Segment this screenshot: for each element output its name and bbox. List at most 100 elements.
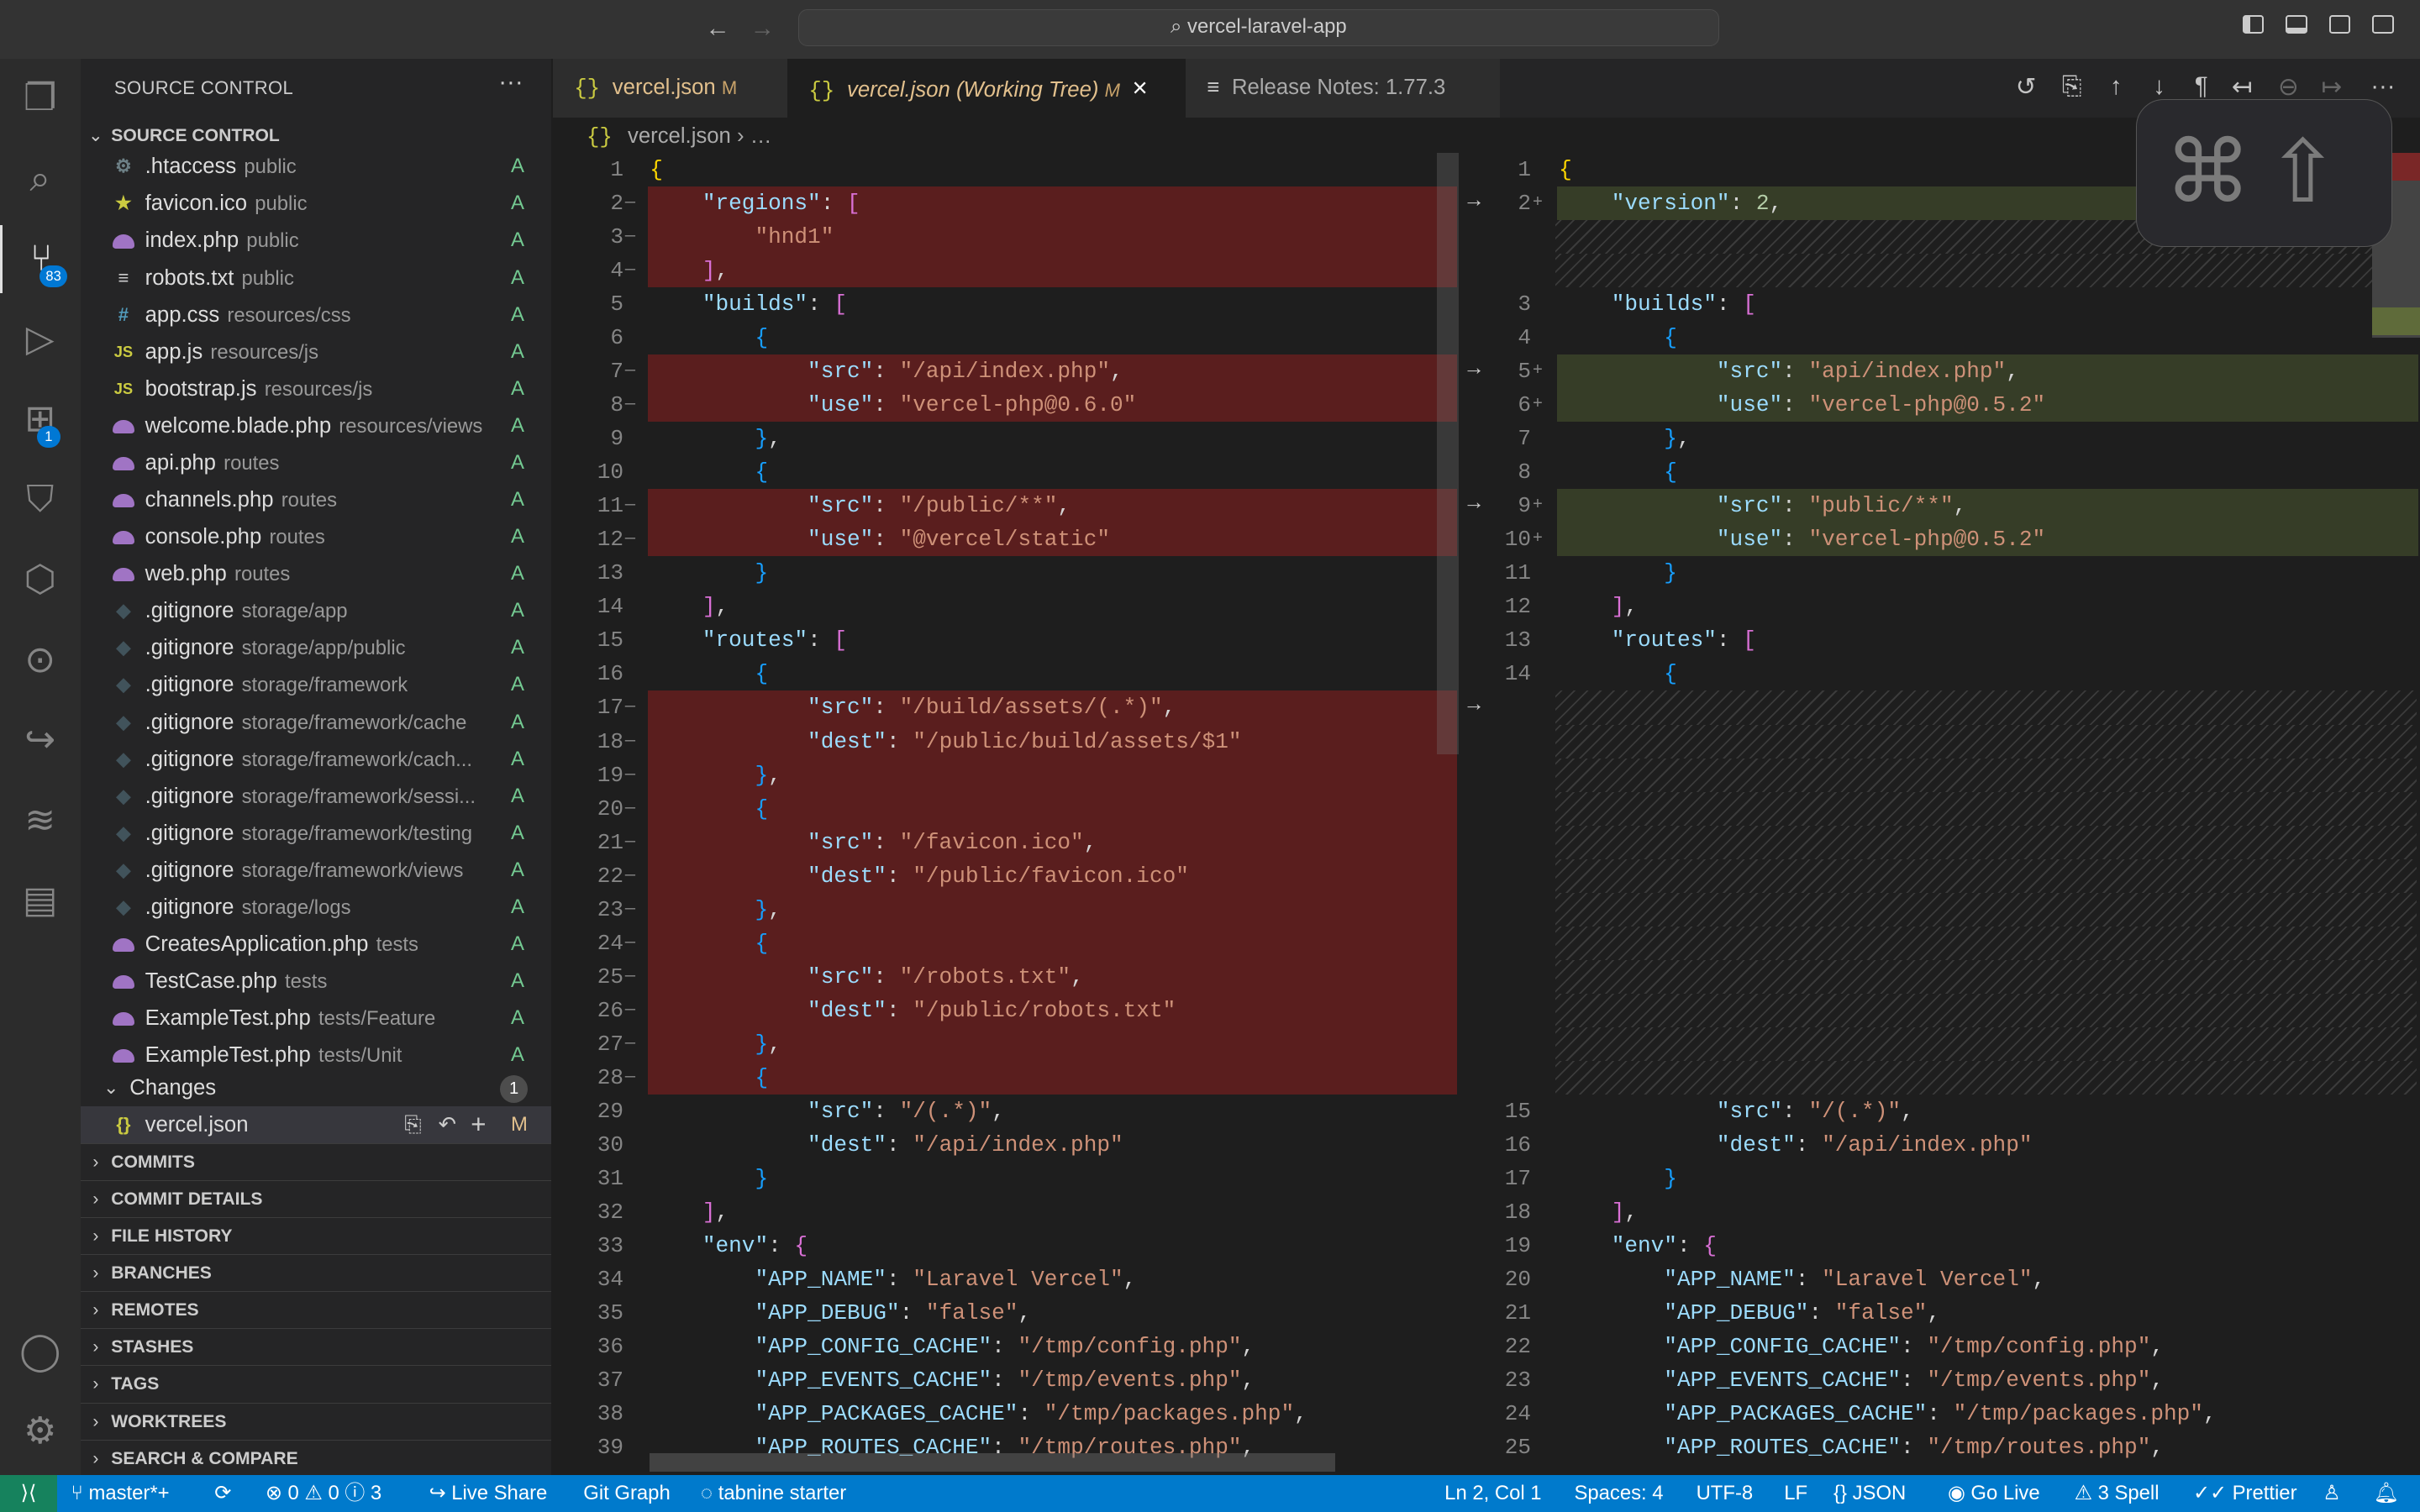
manage-gear-icon[interactable]: ⚙: [0, 1398, 81, 1466]
section-file-history[interactable]: › FILE HISTORY: [80, 1217, 551, 1254]
breadcrumb-symbols[interactable]: …: [750, 124, 772, 148]
problems-indicator[interactable]: ⊗ 0 ⚠ 0 ⓘ 3: [266, 1475, 381, 1512]
git-graph-button[interactable]: Git Graph: [583, 1475, 670, 1512]
file-item[interactable]: ★ favicon.ico public A: [81, 185, 551, 222]
section-stashes[interactable]: › STASHES: [80, 1328, 551, 1365]
discard-changes-icon[interactable]: ↶: [439, 1106, 457, 1143]
file-item[interactable]: # app.css resources/css A: [81, 297, 551, 333]
gitlens-icon[interactable]: ⊙: [0, 627, 81, 695]
file-item[interactable]: ◆ .gitignore storage/app A: [81, 592, 551, 629]
file-item[interactable]: ◆ .gitignore storage/framework/sessi... A: [81, 778, 551, 815]
tab-vercel-json-working-tree[interactable]: {} vercel.json (Working Tree) M ×: [786, 58, 1186, 118]
tabnine-button[interactable]: ◌ tabnine starter: [701, 1475, 846, 1512]
section-worktrees[interactable]: › WORKTREES: [80, 1402, 551, 1440]
live-share-button[interactable]: ↪ Live Share: [429, 1475, 548, 1512]
file-item[interactable]: web.php routes A: [81, 555, 551, 592]
search-icon[interactable]: ⌕: [0, 145, 81, 213]
file-item[interactable]: index.php public A: [81, 222, 551, 259]
containers-icon[interactable]: ⬡: [0, 546, 81, 614]
remote-indicator[interactable]: ⟩⟨: [0, 1474, 57, 1512]
diff-revert-arrow-icon[interactable]: →: [1463, 491, 1485, 515]
section-commit-details[interactable]: › COMMIT DETAILS: [80, 1180, 551, 1217]
open-file-icon[interactable]: ⎘: [404, 1106, 422, 1143]
file-item[interactable]: ◆ .gitignore storage/logs A: [81, 889, 551, 926]
source-control-icon[interactable]: ⑂ 83: [0, 225, 81, 293]
file-item[interactable]: ◆ .gitignore storage/framework A: [81, 666, 551, 703]
forward-button[interactable]: →: [750, 14, 775, 43]
toggle-panel-icon[interactable]: [2286, 15, 2307, 34]
section-branches[interactable]: › BRANCHES: [80, 1254, 551, 1291]
command-center-search[interactable]: ⌕ vercel-laravel-app: [797, 9, 1720, 47]
file-item[interactable]: ◆ .gitignore storage/framework/testing A: [81, 815, 551, 852]
sync-icon[interactable]: ⟳: [214, 1475, 231, 1512]
accounts-icon[interactable]: ◯: [0, 1318, 81, 1386]
tab-release-notes[interactable]: ≡ Release Notes: 1.77.3: [1185, 58, 1501, 118]
changes-group[interactable]: ⌄ Changes 1: [81, 1069, 551, 1106]
diff-revert-arrow-icon[interactable]: →: [1463, 356, 1485, 381]
spell-check-indicator[interactable]: ⚠ 3 Spell: [2075, 1475, 2160, 1512]
source-control-section-header[interactable]: ⌄ SOURCE CONTROL: [81, 118, 551, 155]
run-debug-icon[interactable]: ▷: [0, 306, 81, 374]
live-share-icon[interactable]: ↪: [0, 706, 81, 774]
file-item[interactable]: ◆ .gitignore storage/framework/cach... A: [81, 741, 551, 778]
toggle-secondary-sidebar-icon[interactable]: [2328, 15, 2351, 34]
end-of-line[interactable]: LF: [1784, 1475, 1807, 1512]
file-item[interactable]: console.php routes A: [81, 518, 551, 555]
diff-revert-arrow-icon[interactable]: →: [1463, 692, 1485, 717]
section-remotes[interactable]: › REMOTES: [80, 1291, 551, 1328]
left-editor-scrollbar[interactable]: [1437, 152, 1459, 755]
file-item[interactable]: ◆ .gitignore storage/app/public A: [81, 629, 551, 666]
cursor-position[interactable]: Ln 2, Col 1: [1444, 1475, 1541, 1512]
breadcrumb-file[interactable]: vercel.json: [628, 124, 731, 148]
notifications-bell-icon[interactable]: 🔔︎: [2374, 1475, 2399, 1512]
branch-indicator[interactable]: ⑂ master*+: [71, 1475, 169, 1512]
accounts-status-icon[interactable]: ♙: [2323, 1475, 2340, 1512]
previous-revision-icon[interactable]: ↤: [2232, 72, 2253, 102]
next-revision-icon[interactable]: ↦: [2321, 72, 2342, 102]
bookmarks-icon[interactable]: ⛉: [0, 466, 81, 534]
project-manager-icon[interactable]: ▤: [0, 867, 81, 935]
file-item[interactable]: api.php routes A: [81, 444, 551, 481]
diff-revert-arrow-icon[interactable]: →: [1463, 188, 1485, 213]
original-editor[interactable]: 1{2— "regions": [3— "hnd1" 4— ], 5 "builds…: [552, 152, 1459, 1475]
file-item[interactable]: JS bootstrap.js resources/js A: [81, 370, 551, 407]
section-search-compare[interactable]: › SEARCH & COMPARE: [80, 1439, 551, 1475]
file-item[interactable]: TestCase.php tests A: [81, 963, 551, 1000]
back-button[interactable]: ←: [705, 14, 729, 43]
file-item[interactable]: ◆ .gitignore storage/framework/cache A: [81, 704, 551, 741]
file-item[interactable]: CreatesApplication.php tests A: [81, 926, 551, 963]
section-tags[interactable]: › TAGS: [80, 1365, 551, 1402]
explorer-icon[interactable]: ❐: [0, 65, 81, 133]
changed-file-vercel-json[interactable]: {} vercel.json ⎘ ↶ + M: [80, 1105, 551, 1143]
indentation[interactable]: Spaces: 4: [1574, 1475, 1663, 1512]
tabnine-icon[interactable]: ≋: [0, 787, 81, 855]
close-tab-icon[interactable]: ×: [1132, 73, 1147, 102]
language-mode[interactable]: {} JSON: [1833, 1475, 1906, 1512]
file-item[interactable]: ≡ robots.txt public A: [81, 260, 551, 297]
more-actions-icon[interactable]: ···: [2370, 72, 2395, 101]
more-actions-button[interactable]: ···: [498, 68, 523, 97]
file-item[interactable]: ExampleTest.php tests/Unit A: [81, 1037, 551, 1069]
modified-editor[interactable]: 1{2 + "version": 2, 3 "builds": [4 {5 + "sr…: [1460, 152, 2420, 1475]
file-item[interactable]: ExampleTest.php tests/Feature A: [81, 1000, 551, 1037]
section-commits[interactable]: › COMMITS: [80, 1143, 551, 1180]
file-item[interactable]: channels.php routes A: [81, 481, 551, 518]
extensions-icon[interactable]: ⊞ 1: [0, 386, 81, 454]
toggle-sidebar-icon[interactable]: [2242, 15, 2265, 34]
previous-change-icon[interactable]: ↑: [2110, 72, 2123, 101]
customize-layout-icon[interactable]: [2372, 15, 2394, 34]
stage-changes-icon[interactable]: +: [471, 1106, 486, 1143]
open-file-icon[interactable]: ⎘: [2062, 72, 2082, 101]
file-item[interactable]: welcome.blade.php resources/views A: [81, 407, 551, 444]
prettier-indicator[interactable]: ✓✓ Prettier: [2193, 1475, 2297, 1512]
tab-vercel-json[interactable]: {} vercel.json M: [552, 58, 787, 118]
horizontal-scrollbar[interactable]: [650, 1453, 1335, 1473]
file-item[interactable]: JS app.js resources/js A: [81, 333, 551, 370]
revision-icon[interactable]: ⊖: [2278, 72, 2299, 102]
next-change-icon[interactable]: ↓: [2153, 72, 2165, 101]
show-whitespace-icon[interactable]: ¶: [2195, 72, 2208, 101]
timeline-icon[interactable]: ↺: [2016, 72, 2037, 102]
file-item[interactable]: ⚙ .htaccess public A: [81, 150, 551, 185]
encoding[interactable]: UTF-8: [1697, 1475, 1754, 1512]
go-live-button[interactable]: ◉ Go Live: [1948, 1475, 2040, 1512]
